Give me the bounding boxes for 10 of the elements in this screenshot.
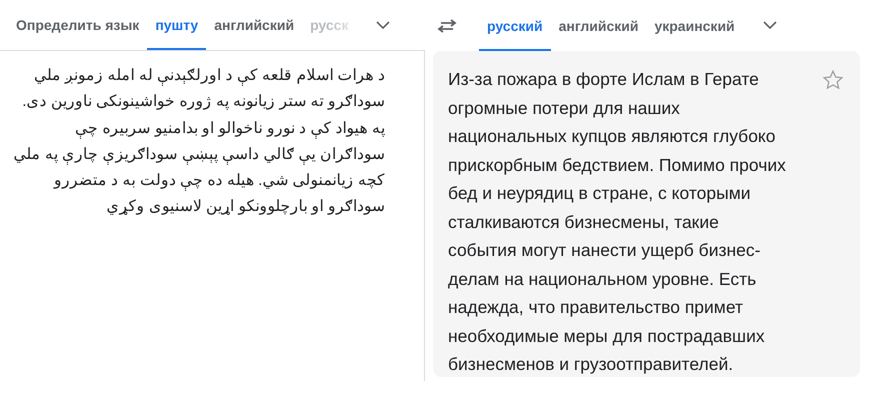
- swap-arrows-icon: [437, 18, 457, 32]
- translation-text: Из-за пожара в форте Ислам в Герате огромные потери для наших национальных купцов являются глубоко прискорбным бедствием. Помимо прочих бед и неурядиц в стране, с которыми сталкиваются бизнесмены, такие события могут нанести ущерб бизнес- делам на национальном уровне. Есть надежда, что правительство примет необходимые меры для пострадавших бизнесменов и грузоотправителей.: [448, 68, 787, 376]
- language-tab[interactable]: английский: [550, 0, 646, 50]
- chevron-down-icon: [762, 21, 777, 30]
- language-tab[interactable]: Определить язык: [8, 0, 148, 50]
- language-tab[interactable]: украинский: [646, 0, 743, 50]
- language-tab[interactable]: пушту: [147, 0, 206, 50]
- source-text[interactable]: د هرات اسلام قلعه کې د اورلګېدنې له امله زمونږ ملي سوداګرو ته ستر زيانونه په ژوره خواشينونکی ناورين دی. په هيواد کې د نورو ناخوالو او بدامنيو سربيره چې سوداګران يې ګالي داسې پېښې سوداګريزې چارې په ملي کچه زيانمنولی شي. هيله ده چې دولت به د متضررو سوداګرو او بارچلوونکو اړين لاسنيوی وکړي: [10, 63, 385, 221]
- language-tab[interactable]: английский: [206, 0, 302, 50]
- chevron-down-icon: [376, 20, 390, 30]
